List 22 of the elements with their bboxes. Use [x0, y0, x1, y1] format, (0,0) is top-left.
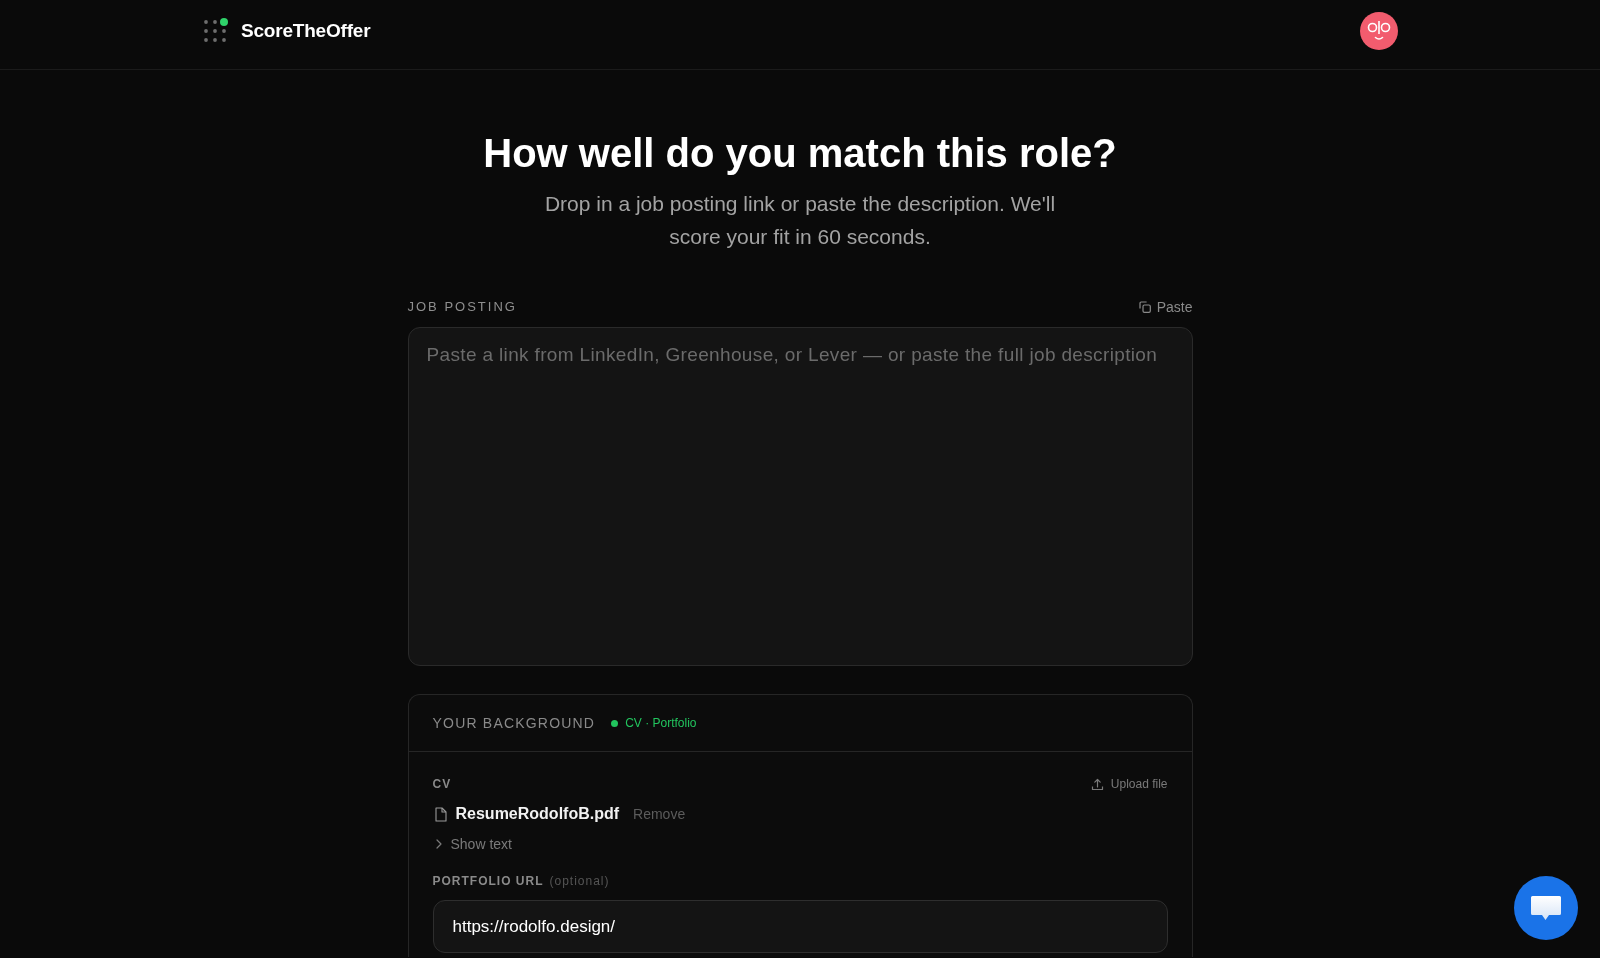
page-subtitle: Drop in a job posting link or paste the description. We'll score your fit in 60 seconds.	[543, 191, 1057, 250]
copy-icon	[1138, 301, 1151, 313]
brand-name: ScoreTheOffer	[241, 20, 371, 42]
background-title: YOUR BACKGROUND	[432, 715, 596, 731]
optional-hint: (optional)	[549, 874, 610, 888]
portfolio-url-label: PORTFOLIO URL	[432, 873, 544, 889]
file-name: ResumeRodolfoB.pdf	[455, 804, 620, 824]
dot-grid-logo-icon	[202, 18, 228, 44]
job-posting-label: JOB POSTING	[407, 299, 517, 315]
job-posting-field[interactable]: Paste a link from LinkedIn, Greenhouse, or Lever — or paste the full job description	[407, 327, 1193, 666]
document-icon	[434, 806, 447, 822]
smiley-avatar-icon[interactable]	[1360, 12, 1398, 50]
paste-button[interactable]: Paste	[1138, 299, 1193, 315]
show-text-toggle[interactable]: Show text	[432, 834, 512, 854]
upload-icon	[1090, 777, 1104, 791]
cv-label: CV	[432, 776, 452, 792]
remove-button[interactable]: Remove	[633, 805, 686, 823]
page-heading: How well do you match this role?	[482, 130, 1118, 177]
portfolio-url-field[interactable]: https://rodolfo.design/	[432, 900, 1168, 953]
status-text: CV · Portfolio	[625, 716, 697, 730]
speech-bubble-icon	[1530, 895, 1562, 921]
upload-file-button[interactable]: Upload file	[1090, 776, 1168, 792]
